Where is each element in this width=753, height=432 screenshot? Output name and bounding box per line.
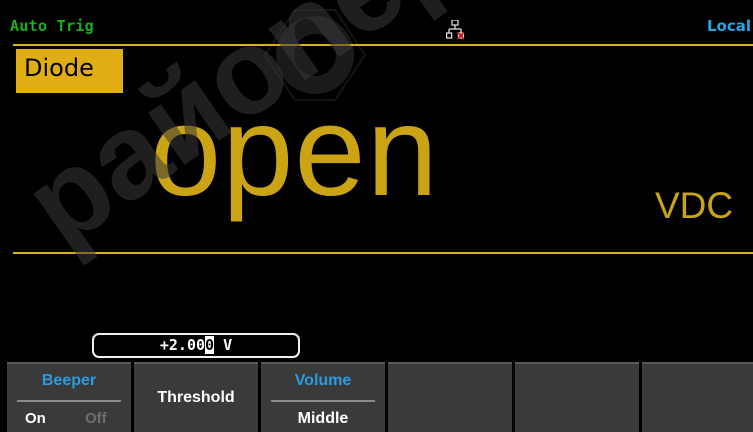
volume-softkey[interactable]: Volume Middle	[261, 362, 385, 432]
softkey-6[interactable]	[642, 362, 753, 432]
softkey-bar: Beeper On Off Threshold Volume Middle	[0, 362, 753, 432]
beeper-softkey[interactable]: Beeper On Off	[7, 362, 131, 432]
threshold-value-prefix: +2.00	[159, 336, 206, 354]
volume-softkey-title: Volume	[294, 372, 352, 389]
volume-softkey-value: Middle	[297, 410, 349, 427]
measurement-reading: open	[150, 80, 439, 223]
trigger-mode-label: Auto Trig	[10, 17, 94, 35]
threshold-softkey-label: Threshold	[157, 389, 235, 406]
beeper-softkey-title: Beeper	[41, 372, 97, 389]
threshold-cursor-digit: 0	[205, 336, 215, 354]
threshold-value-suffix: V	[214, 336, 233, 354]
softkey-5[interactable]	[515, 362, 639, 432]
softkey-4[interactable]	[388, 362, 512, 432]
beeper-option-off: Off	[85, 410, 107, 427]
softkey-divider	[17, 400, 121, 402]
top-divider	[13, 44, 753, 46]
threshold-softkey[interactable]: Threshold	[134, 362, 258, 432]
remote-state-label: Local	[707, 17, 752, 35]
multimeter-screen: Auto Trig Local Diode open VDC +2.000 V …	[0, 0, 753, 432]
softkey-divider	[271, 400, 375, 402]
reading-divider	[13, 252, 753, 254]
mode-tab: Diode	[16, 49, 123, 93]
threshold-value-field[interactable]: +2.000 V	[92, 333, 300, 358]
beeper-option-on: On	[25, 410, 46, 427]
lan-disconnected-icon	[446, 20, 464, 40]
status-bar: Auto Trig Local	[0, 0, 753, 40]
mode-label: Diode	[24, 54, 94, 82]
measurement-unit: VDC	[655, 185, 734, 226]
